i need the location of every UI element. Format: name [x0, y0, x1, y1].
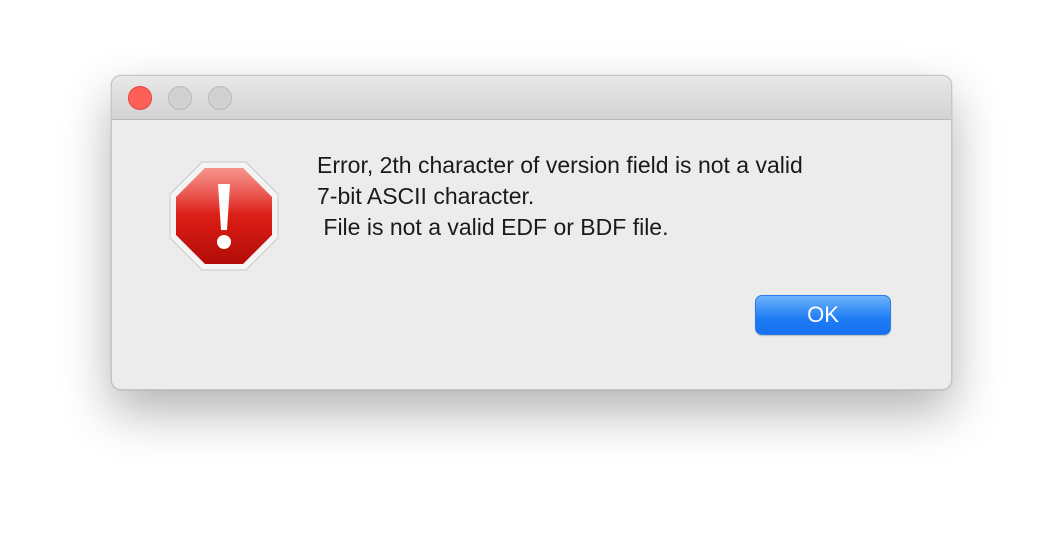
message-line-1: Error, 2th character of version field is… — [317, 152, 803, 178]
message-line-3: File is not a valid EDF or BDF file. — [317, 214, 669, 240]
error-dialog: Error, 2th character of version field is… — [111, 75, 952, 390]
minimize-button[interactable] — [168, 86, 192, 110]
close-button[interactable] — [128, 86, 152, 110]
error-message: Error, 2th character of version field is… — [317, 150, 917, 243]
screen: Error, 2th character of version field is… — [0, 0, 1064, 538]
exclamation-dot — [217, 235, 231, 249]
title-bar — [112, 76, 951, 120]
zoom-button[interactable] — [208, 86, 232, 110]
ok-button[interactable]: OK — [755, 295, 891, 335]
message-line-2: 7-bit ASCII character. — [317, 183, 535, 209]
stop-error-icon — [169, 161, 279, 271]
